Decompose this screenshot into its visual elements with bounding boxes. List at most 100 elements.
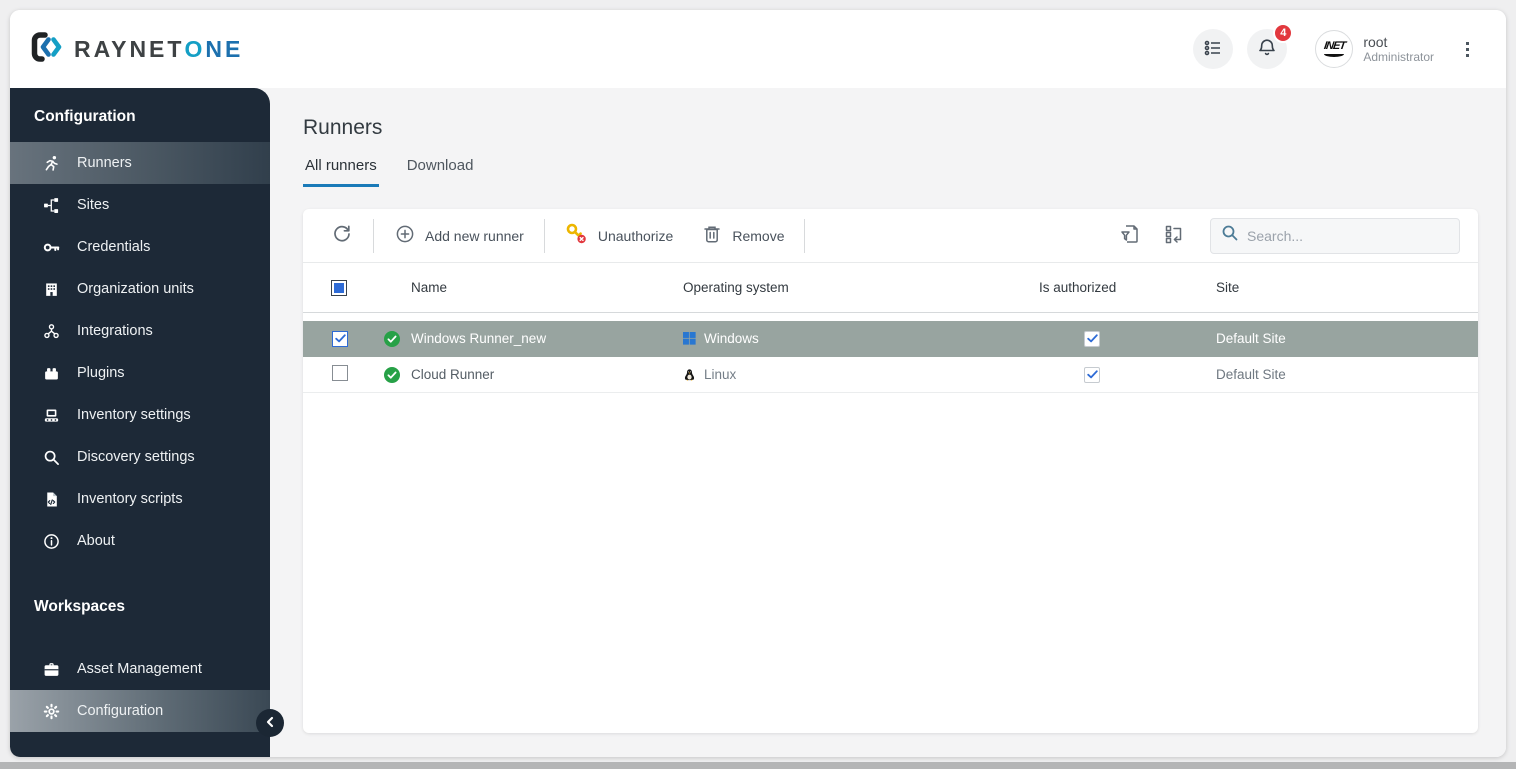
column-chooser-icon — [1162, 222, 1186, 249]
row-select-checkbox[interactable] — [332, 365, 348, 381]
script-icon — [43, 491, 60, 508]
building-icon — [43, 281, 60, 298]
task-list-button[interactable] — [1193, 29, 1234, 69]
gear-icon — [43, 703, 60, 720]
raynetone-logo: RAYNETONE — [30, 30, 243, 69]
filter-panel-button[interactable] — [1108, 216, 1152, 255]
app-window: RAYNETONE 4 INET root Administrator Conf… — [10, 10, 1506, 757]
tab-download[interactable]: Download — [405, 157, 476, 187]
sidebar-item-label: Asset Management — [77, 661, 202, 677]
sidebar-item-label: About — [77, 533, 115, 549]
runner-name: Cloud Runner — [411, 367, 495, 382]
grid-toolbar: Add new runner Unauthorize Remove Search… — [303, 209, 1478, 263]
tab-all-runners[interactable]: All runners — [303, 157, 379, 187]
task-list-icon — [1202, 37, 1224, 62]
kebab-icon — [1465, 41, 1469, 57]
sidebar-item-inventory-scripts[interactable]: Inventory scripts — [10, 478, 270, 520]
column-header-os[interactable]: Operating system — [673, 280, 1023, 295]
toolbar-separator — [543, 218, 545, 253]
user-role: Administrator — [1363, 50, 1434, 64]
add-new-runner-label: Add new runner — [425, 227, 524, 244]
status-ok-icon — [383, 330, 401, 348]
table-body: Windows Runner_new Windows Default Site Clo… — [303, 321, 1478, 393]
site-label: Default Site — [1216, 367, 1286, 382]
sidebar-item-label: Credentials — [77, 239, 151, 255]
key-unauthorize-icon — [565, 222, 589, 249]
trash-icon — [701, 223, 723, 248]
notification-badge: 4 — [1273, 23, 1294, 43]
kebab-menu-button[interactable] — [1454, 29, 1480, 69]
sidebar-nav-configuration: Runners Sites Credentials Organization unit… — [10, 142, 270, 562]
sidebar-section-title: Configuration — [34, 108, 136, 125]
sidebar-item-label: Organization units — [77, 281, 194, 297]
main-content: Runners All runners Download Add new run… — [270, 88, 1506, 757]
sidebar-collapse-button[interactable] — [256, 709, 284, 737]
user-name: root — [1363, 34, 1388, 50]
sidebar-item-label: Discovery settings — [77, 449, 195, 465]
table-row[interactable]: Windows Runner_new Windows Default Site — [303, 321, 1478, 357]
sidebar-item-label: Sites — [77, 197, 110, 213]
raynetone-logo-icon — [30, 30, 64, 69]
sidebar-item-discovery-settings[interactable]: Discovery settings — [10, 436, 270, 478]
authorized-checkbox[interactable] — [1084, 366, 1100, 383]
plus-circle-icon — [394, 223, 416, 248]
select-all-checkbox[interactable] — [331, 279, 347, 296]
refresh-button[interactable] — [321, 217, 363, 254]
sidebar-item-inventory-settings[interactable]: Inventory settings — [10, 394, 270, 436]
authorized-checkbox[interactable] — [1084, 330, 1100, 347]
notifications-button[interactable]: 4 — [1247, 23, 1294, 69]
sidebar-item-label: Inventory settings — [77, 407, 191, 423]
column-header-authorized[interactable]: Is authorized — [1023, 280, 1193, 295]
filter-document-icon — [1118, 222, 1142, 249]
unauthorize-button[interactable]: Unauthorize — [555, 216, 684, 255]
sidebar-item-sites[interactable]: Sites — [10, 184, 270, 226]
linux-icon — [683, 368, 696, 382]
info-icon — [43, 533, 60, 550]
sitemap-icon — [43, 197, 60, 214]
sidebar-item-runners[interactable]: Runners — [10, 142, 270, 184]
sidebar: Configuration Runners Sites Credentials Org… — [10, 88, 270, 757]
remove-button[interactable]: Remove — [691, 217, 794, 254]
body: Configuration Runners Sites Credentials Org… — [10, 88, 1506, 757]
search-icon — [1221, 224, 1239, 247]
sidebar-nav-workspaces: Asset Management Configuration — [10, 648, 270, 732]
sidebar-item-label: Plugins — [77, 365, 125, 381]
integrations-icon — [43, 323, 60, 340]
sidebar-item-organization-units[interactable]: Organization units — [10, 268, 270, 310]
sidebar-item-integrations[interactable]: Integrations — [10, 310, 270, 352]
sidebar-item-credentials[interactable]: Credentials — [10, 226, 270, 268]
column-chooser-button[interactable] — [1152, 216, 1196, 255]
user-menu[interactable]: INET root Administrator — [1315, 30, 1434, 68]
row-select-checkbox[interactable] — [332, 330, 348, 347]
sidebar-item-plugins[interactable]: Plugins — [10, 352, 270, 394]
sidebar-item-label: Inventory scripts — [77, 491, 183, 507]
refresh-icon — [331, 223, 353, 248]
table-header: Name Operating system Is authorized Site — [303, 263, 1478, 313]
plugin-icon — [43, 365, 60, 382]
header-actions: 4 INET root Administrator — [1193, 23, 1480, 69]
table-row[interactable]: Cloud Runner Linux Default Site — [303, 357, 1478, 393]
os-label: Windows — [704, 331, 759, 346]
runner-name: Windows Runner_new — [411, 331, 547, 346]
column-header-site[interactable]: Site — [1193, 280, 1478, 295]
sidebar-section-title: Workspaces — [34, 598, 126, 615]
windows-icon — [683, 332, 696, 345]
add-new-runner-button[interactable]: Add new runner — [384, 217, 534, 254]
key-icon — [43, 239, 60, 256]
logo-text: RAYNETONE — [74, 35, 244, 62]
status-ok-icon — [383, 366, 401, 384]
page-title: Runners — [303, 116, 383, 139]
sidebar-item-configuration[interactable]: Configuration — [10, 690, 270, 732]
tab-bar: All runners Download — [303, 157, 1478, 187]
search-box — [1210, 217, 1460, 254]
top-header: RAYNETONE 4 INET root Administrator — [10, 10, 1506, 88]
sidebar-item-label: Integrations — [77, 323, 153, 339]
search-input[interactable] — [1247, 227, 1449, 244]
inventory-icon — [43, 407, 60, 424]
magnifier-icon — [43, 449, 60, 466]
sidebar-item-asset-management[interactable]: Asset Management — [10, 648, 270, 690]
os-label: Linux — [704, 367, 737, 382]
column-header-name[interactable]: Name — [411, 280, 673, 295]
sidebar-item-about[interactable]: About — [10, 520, 270, 562]
toolbar-separator — [804, 218, 806, 253]
